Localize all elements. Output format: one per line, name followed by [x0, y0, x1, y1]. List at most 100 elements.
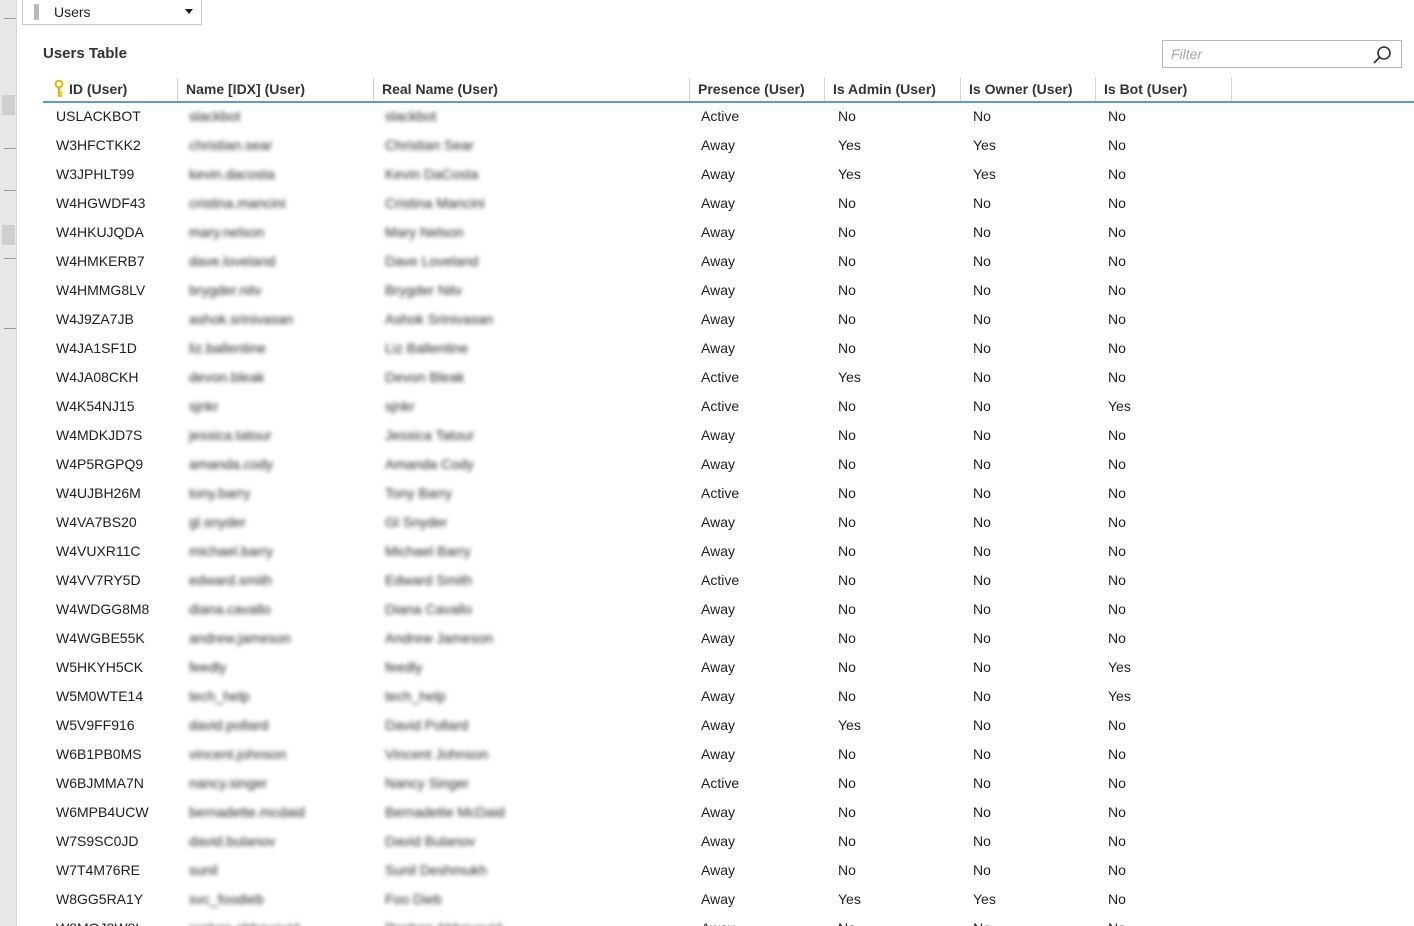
cell-id: W4VV7RY5D [56, 572, 141, 588]
cell-id: W6B1PB0MS [56, 746, 142, 762]
column-header-is-owner[interactable]: Is Owner (User) [961, 77, 1096, 101]
cell-is-owner: No [973, 601, 991, 617]
cell-is-admin: No [838, 282, 856, 298]
table-row[interactable]: W4MDKJD7S jessica.tatour Jessica Tatour Awa… [43, 421, 1414, 450]
cell-real-name: Devon Bleak [385, 369, 465, 385]
cell-is-admin: Yes [838, 137, 861, 153]
cell-real-name: Amanda Cody [385, 456, 474, 472]
table-row[interactable]: W4HKUJQDA mary.nelson Mary Nelson Away No No N… [43, 218, 1414, 247]
table-row[interactable]: W5M0WTE14 tech_help tech_help Away No No Yes [43, 682, 1414, 711]
cell-is-bot: No [1108, 804, 1126, 820]
cell-presence: Away [701, 195, 735, 211]
cell-presence: Away [701, 514, 735, 530]
cell-real-name: tech_help [385, 688, 446, 704]
table-row[interactable]: W4WGBE55K andrew.jameson Andrew Jameson Awa… [43, 624, 1414, 653]
cell-name: jessica.tatour [189, 427, 272, 443]
column-header-presence[interactable]: Presence (User) [690, 77, 825, 101]
cell-is-admin: No [838, 775, 856, 791]
table-row[interactable]: USLACKBOT slackbot slackbot Active No No No [43, 102, 1414, 131]
column-header-id[interactable]: ID (User) [43, 77, 178, 101]
table-row[interactable]: W4JA1SF1D liz.ballentine Liz Ballentine Awa… [43, 334, 1414, 363]
view-selector-dropdown[interactable]: Users [22, 0, 202, 25]
cell-is-bot: No [1108, 572, 1126, 588]
cell-id: W7S9SC0JD [56, 833, 139, 849]
cell-name: sunil [189, 862, 218, 878]
cell-presence: Away [701, 543, 735, 559]
column-header-is-bot[interactable]: Is Bot (User) [1096, 77, 1232, 101]
table-row[interactable]: W7S9SC0JD david.bulanov David Bulanov Away N… [43, 827, 1414, 856]
drag-handle-icon[interactable] [34, 4, 39, 20]
table-row[interactable]: W4UJBH26M tony.barry Tony Barry Active No No N… [43, 479, 1414, 508]
cell-name: diana.cavallo [189, 601, 271, 617]
cell-is-owner: No [973, 572, 991, 588]
cell-id: W7T4M76RE [56, 862, 141, 878]
cell-is-owner: No [973, 427, 991, 443]
cell-is-bot: Yes [1108, 659, 1131, 675]
table-row[interactable]: W4VA7BS20 gl.snyder Gl Snyder Away No No No [43, 508, 1414, 537]
table-row[interactable]: W8MOJ8W8L roshan.abhayavid Roshan Abhayavi… [43, 914, 1414, 926]
table-row[interactable]: W4HMKERB7 dave.loveland Dave Loveland Away N… [43, 247, 1414, 276]
column-header-name[interactable]: Name [IDX] (User) [178, 77, 374, 101]
cell-is-owner: No [973, 630, 991, 646]
chevron-down-icon[interactable] [185, 9, 193, 14]
table-row[interactable]: W6BJMMA7N nancy.singer Nancy Singer Active N… [43, 769, 1414, 798]
cell-name: edward.smith [189, 572, 273, 588]
table-row[interactable]: W4HMMG8LV brygder.nitv Brygder Nitv Away No N… [43, 276, 1414, 305]
column-header-real-name[interactable]: Real Name (User) [374, 77, 690, 101]
table-row[interactable]: W3JPHLT99 kevin.dacosta Kevin DaCosta Away Y… [43, 160, 1414, 189]
cell-is-bot: No [1108, 775, 1126, 791]
search-icon[interactable] [1372, 45, 1392, 65]
cell-real-name: sjnkr [385, 398, 415, 414]
filter-box[interactable] [1162, 40, 1402, 68]
cell-id: W4HKUJQDA [56, 224, 144, 240]
table-row[interactable]: W4P5RGPQ9 amanda.cody Amanda Cody Away No No N… [43, 450, 1414, 479]
table-row[interactable]: W6MPB4UCW bernadette.mcdaid Bernadette McD… [43, 798, 1414, 827]
cell-name: cristina.mancini [189, 195, 286, 211]
cell-name: nancy.singer [189, 775, 268, 791]
cell-is-owner: No [973, 514, 991, 530]
gutter-tick [4, 258, 16, 259]
cell-id: W4WGBE55K [56, 630, 145, 646]
table-header: ID (User) Name [IDX] (User) Real Name (U… [43, 77, 1414, 103]
table-row[interactable]: W5V9FF916 david.pollard David Pollard Away Y… [43, 711, 1414, 740]
cell-is-owner: No [973, 659, 991, 675]
cell-presence: Away [701, 224, 735, 240]
column-header-is-admin[interactable]: Is Admin (User) [825, 77, 961, 101]
cell-presence: Away [701, 717, 735, 733]
cell-real-name: Nancy Singer [385, 775, 470, 791]
table-row[interactable]: W4VUXR11C michael.barry Michael Barry Away N… [43, 537, 1414, 566]
table-row[interactable]: W4K54NJ15 sjnkr sjnkr Active No No Yes [43, 392, 1414, 421]
table-row[interactable]: W8GG5RA1Y svc_foodieb Foo Dieb Away Yes Yes No [43, 885, 1414, 914]
cell-presence: Away [701, 282, 735, 298]
table-row[interactable]: W6B1PB0MS vincent.johnson Vincent Johnson A… [43, 740, 1414, 769]
table-row[interactable]: W4VV7RY5D edward.smith Edward Smith Active N… [43, 566, 1414, 595]
cell-id: W3HFCTKK2 [56, 137, 141, 153]
cell-real-name: Brygder Nitv [385, 282, 463, 298]
cell-presence: Away [701, 833, 735, 849]
filter-input[interactable] [1163, 41, 1371, 67]
cell-is-admin: No [838, 833, 856, 849]
cell-name: bernadette.mcdaid [189, 804, 305, 820]
cell-is-admin: Yes [838, 369, 861, 385]
table-row[interactable]: W4J9ZA7JB ashok.srinivasan Ashok Srinivasa… [43, 305, 1414, 334]
table-row[interactable]: W4HGWDF43 cristina.mancini Cristina Mancin… [43, 189, 1414, 218]
cell-is-admin: Yes [838, 166, 861, 182]
cell-is-bot: No [1108, 166, 1126, 182]
cell-real-name: David Pollard [385, 717, 469, 733]
table-row[interactable]: W5HKYH5CK feedly feedly Away No No Yes [43, 653, 1414, 682]
cell-is-owner: No [973, 108, 991, 124]
table-row[interactable]: W4JA08CKH devon.bleak Devon Bleak Active Yes… [43, 363, 1414, 392]
cell-is-bot: No [1108, 224, 1126, 240]
cell-name: kevin.dacosta [189, 166, 275, 182]
cell-name: roshan.abhayavid [189, 914, 300, 926]
table-row[interactable]: W4WDGG8M8 diana.cavallo Diana Cavallo Away N… [43, 595, 1414, 624]
table-body: USLACKBOT slackbot slackbot Active No No No W3H… [43, 102, 1414, 926]
cell-real-name: feedly [385, 659, 423, 675]
cell-is-bot: No [1108, 891, 1126, 907]
cell-name: tony.barry [189, 485, 251, 501]
table-row[interactable]: W3HFCTKK2 christian.sear Christian Sear Awa… [43, 131, 1414, 160]
cell-presence: Away [701, 914, 735, 926]
cell-presence: Away [701, 891, 735, 907]
table-row[interactable]: W7T4M76RE sunil Sunil Deshmukh Away No No No [43, 856, 1414, 885]
cell-is-owner: No [973, 224, 991, 240]
